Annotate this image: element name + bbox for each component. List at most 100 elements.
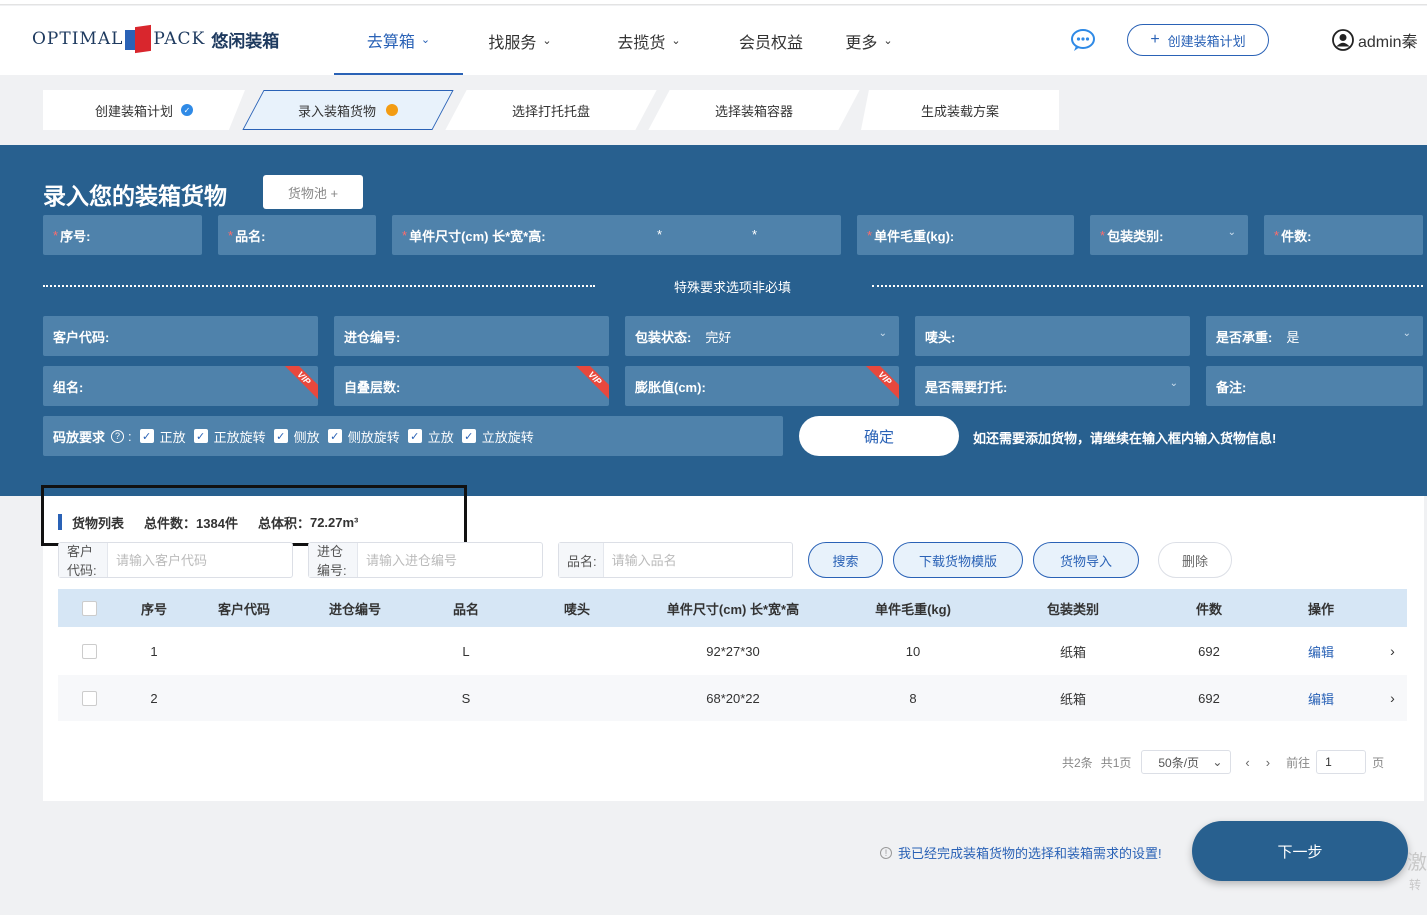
column-header: 序号 (140, 601, 167, 617)
field-value: 是 (1286, 329, 1300, 345)
download-template-button[interactable]: 下载货物模版 (893, 542, 1023, 578)
checkbox-upright[interactable]: ✓ 正放 (139, 427, 186, 446)
edit-link[interactable]: 编辑 (1264, 628, 1378, 674)
info-icon: ! (880, 846, 892, 859)
logo-text-2: PACK (153, 29, 206, 49)
step-generate-plan[interactable]: 生成装载方案 (861, 90, 1059, 130)
select-all-cell (58, 589, 120, 627)
nav-item-member[interactable]: 会员权益 (721, 6, 821, 75)
delete-button[interactable]: 删除 (1158, 542, 1232, 578)
total-count-label: 总件数： (144, 515, 197, 531)
checkbox-vertical-rotate[interactable]: ✓ 立放旋转 (461, 427, 534, 446)
group-name-field[interactable]: 组名: VIP (43, 366, 318, 406)
step-bar: 创建装箱计划 ✓ 录入装箱货物 选择打托托盘 选择装箱容器 生成装载方案 (43, 90, 1059, 130)
field-label: 唛头: (925, 329, 956, 345)
chevron-right-icon[interactable]: › (1378, 675, 1407, 721)
create-plan-button[interactable]: + 创建装箱计划 (1127, 24, 1269, 56)
completion-note-text: 我已经完成装箱货物的选择和装箱需求的设置! (898, 846, 1162, 861)
pack-state-select[interactable]: 包装状态: 完好 ⌄ (625, 316, 899, 356)
warehouse-no-input[interactable] (358, 543, 542, 577)
field-label: 组名: (53, 379, 84, 395)
cell-size: 68*20*22 (706, 690, 760, 706)
nav-item-more[interactable]: 更多 ⌄ (821, 6, 917, 75)
column-header: 单件毛重(kg) (875, 601, 951, 617)
vip-badge: VIP (282, 366, 318, 402)
chat-icon[interactable] (1070, 28, 1096, 52)
vip-badge: VIP (863, 366, 899, 402)
checkbox-vertical[interactable]: ✓ 立放 (407, 427, 454, 446)
checked-icon: ✓ (461, 429, 476, 443)
create-plan-label: 创建装箱计划 (1167, 33, 1246, 49)
size-field[interactable]: * 单件尺寸(cm) 长*宽*高: * * (392, 215, 841, 255)
required-mark: * (867, 227, 873, 243)
edit-link[interactable]: 编辑 (1264, 675, 1378, 721)
nav-item-cargo[interactable]: 去揽货 ⌄ (577, 6, 721, 75)
nav-label: 更多 (845, 34, 878, 52)
logo-cn: 悠闲装箱 (211, 31, 280, 51)
name-input[interactable] (603, 543, 792, 577)
current-dot-icon (386, 104, 398, 116)
search-button[interactable]: 搜索 (808, 542, 883, 578)
next-page-icon[interactable]: › (1266, 755, 1270, 770)
pack-type-select[interactable]: * 包装类别: ⌄ (1090, 215, 1248, 255)
confirm-button[interactable]: 确定 (799, 416, 959, 456)
field-label: 备注: (1216, 379, 1247, 395)
goto-label: 前往 (1286, 755, 1311, 770)
search-label: 品名: (559, 543, 604, 577)
select-all-checkbox[interactable] (81, 600, 97, 616)
nav-label: 找服务 (488, 34, 537, 52)
count-field[interactable]: * 件数: (1264, 215, 1423, 255)
next-step-button[interactable]: 下一步 (1192, 821, 1408, 881)
expansion-field[interactable]: 膨胀值(cm): VIP (625, 366, 899, 406)
cell-pack: 纸箱 (1059, 644, 1086, 660)
row-checkbox[interactable] (81, 690, 97, 706)
mark-field[interactable]: 唛头: (915, 316, 1190, 356)
field-label: 客户代码: (53, 329, 110, 345)
cell-size: 92*27*30 (706, 643, 760, 659)
remark-field[interactable]: 备注: (1206, 366, 1423, 406)
logo[interactable]: OPTIMAL PACK 悠闲装箱 (32, 24, 279, 54)
step-select-container[interactable]: 选择装箱容器 (648, 90, 860, 130)
customer-code-input[interactable] (108, 543, 292, 577)
nav-item-calc[interactable]: 去算箱 ⌄ (334, 6, 463, 75)
column-header: 包装类别 (1046, 601, 1099, 617)
page-size-select[interactable]: 50条/页 ⌄ (1141, 750, 1232, 774)
pagination: 共2条 共1页 50条/页 ⌄ ‹ › 前往 1 页 (1062, 750, 1384, 774)
checkbox-side-rotate[interactable]: ✓ 侧放旋转 (327, 427, 400, 446)
chevron-down-icon: ⌄ (1402, 328, 1411, 339)
need-pallet-select[interactable]: 是否需要打托: ⌄ (915, 366, 1190, 406)
step-enter-cargo[interactable]: 录入装箱货物 (242, 90, 454, 130)
user-menu[interactable]: admin秦 (1332, 27, 1418, 53)
warehouse-no-field[interactable]: 进仓编号: (334, 316, 609, 356)
load-bearing-select[interactable]: 是否承重: 是 ⌄ (1206, 316, 1423, 356)
prev-page-icon[interactable]: ‹ (1245, 755, 1249, 770)
field-label: 自叠层数: (344, 379, 401, 395)
warehouse-no-search: 进仓编号: (308, 542, 543, 578)
page-size-value: 50条/页 (1158, 755, 1200, 770)
nav-item-service[interactable]: 找服务 ⌄ (463, 6, 577, 75)
header: OPTIMAL PACK 悠闲装箱 去算箱 ⌄ 找服务 ⌄ 去揽货 ⌄ 会员权益 更多… (0, 6, 1427, 75)
page-input[interactable]: 1 (1316, 750, 1367, 774)
cargo-pool-button[interactable]: 货物池 + (263, 175, 363, 209)
weight-field[interactable]: * 单件毛重(kg): (857, 215, 1074, 255)
help-icon[interactable]: ? (111, 429, 125, 443)
pager-pages: 共1页 (1100, 755, 1132, 770)
required-mark: * (228, 227, 234, 243)
checkbox-upright-rotate[interactable]: ✓ 正放旋转 (193, 427, 266, 446)
row-checkbox[interactable] (81, 643, 97, 659)
customer-code-field[interactable]: 客户代码: (43, 316, 318, 356)
chevron-right-icon[interactable]: › (1378, 628, 1407, 674)
field-label: 膨胀值(cm): (635, 379, 706, 395)
stack-layers-field[interactable]: 自叠层数: VIP (334, 366, 609, 406)
import-cargo-button[interactable]: 货物导入 (1033, 542, 1139, 578)
column-header: 唛头 (563, 601, 590, 617)
name-field[interactable]: * 品名: (218, 215, 376, 255)
cell-warehouse (300, 675, 410, 721)
name-search: 品名: (558, 542, 793, 578)
cell-name: S (461, 690, 471, 706)
checkbox-side[interactable]: ✓ 侧放 (273, 427, 320, 446)
seq-field[interactable]: * 序号: (43, 215, 202, 255)
step-create-plan[interactable]: 创建装箱计划 ✓ (43, 90, 245, 130)
chevron-down-icon: ⌄ (420, 34, 431, 46)
step-select-pallet[interactable]: 选择打托托盘 (445, 90, 657, 130)
